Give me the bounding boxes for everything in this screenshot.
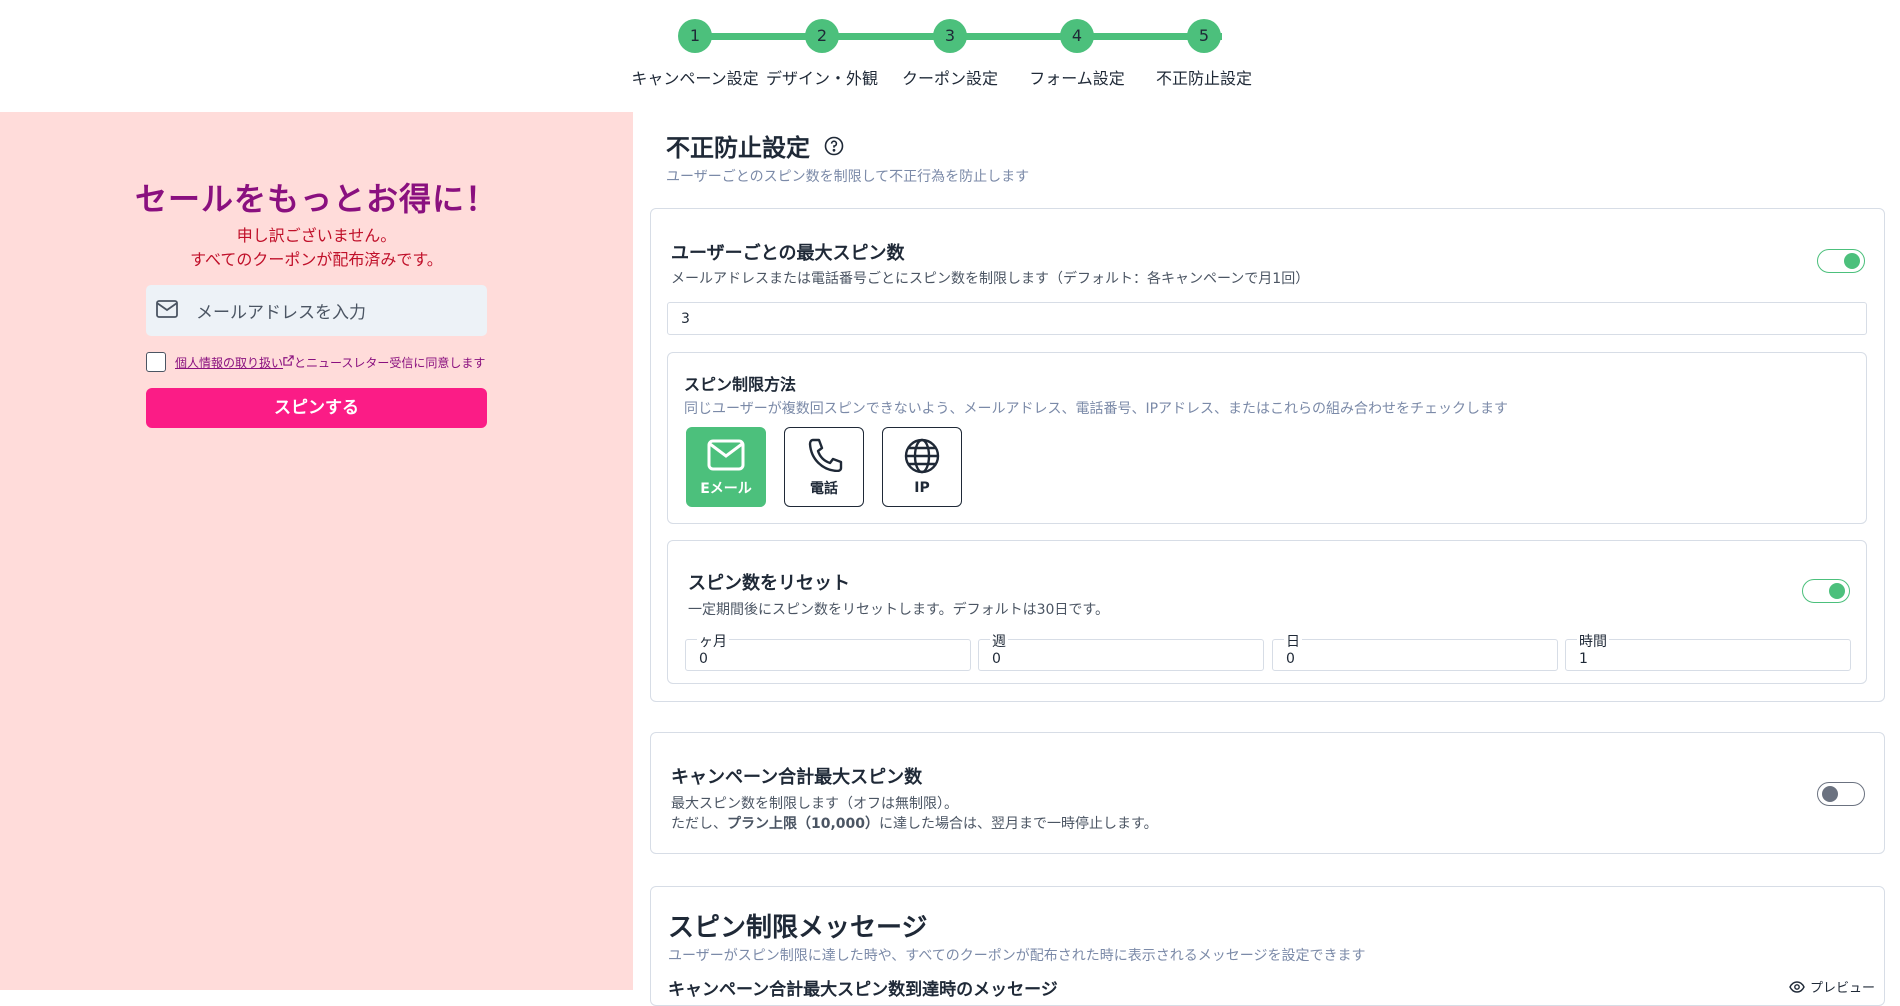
method-label: 電話 <box>810 481 838 497</box>
page-title-text: 不正防止設定 <box>666 134 810 162</box>
widget-preview: セールをもっとお得に！ 申し訳ございません。 すべてのクーポンが配布済みです。 … <box>0 112 633 990</box>
external-link-icon <box>283 355 294 369</box>
preview-message-line2: すべてのクーポンが配布済みです。 <box>190 250 443 269</box>
mail-icon <box>706 439 746 476</box>
toggle-knob <box>1829 583 1845 599</box>
campaign-total-toggle[interactable] <box>1817 782 1865 806</box>
step-number: 1 <box>678 19 712 53</box>
method-desc: 同じユーザーが複数回スピンできないよう、メールアドレス、電話番号、IPアドレス、… <box>684 401 1509 417</box>
desc-text: に達した場合は、翌月まで一時停止します。 <box>879 816 1158 832</box>
max-spins-input[interactable]: 3 <box>667 302 1867 335</box>
globe-icon <box>902 438 942 478</box>
method-title: スピン制限方法 <box>684 375 797 394</box>
step-design[interactable]: 2 デザイン・外観 <box>752 19 892 89</box>
max-spins-toggle[interactable] <box>1817 249 1865 273</box>
max-spins-card: ユーザーごとの最大スピン数 メールアドレスまたは電話番号ごとにスピン数を制限しま… <box>650 208 1885 702</box>
spin-limit-message-card: スピン制限メッセージ ユーザーがスピン制限に達した時や、すべてのクーポンが配布さ… <box>650 886 1885 1006</box>
progress-stepper: 1 キャンペーン設定 2 デザイン・外観 3 クーポン設定 4 フォーム設定 5… <box>0 0 1900 112</box>
messages-subtitle: ユーザーがスピン制限に達した時や、すべてのクーポンが配布された時に表示されるメッ… <box>668 948 1366 964</box>
campaign-total-card: キャンペーン合計最大スピン数 最大スピン数を制限します（オフは無制限）。 ただし… <box>650 732 1885 854</box>
reset-desc: 一定期間後にスピン数をリセットします。デフォルトは30日です。 <box>688 602 1110 618</box>
preview-email-input[interactable]: メールアドレスを入力 <box>146 285 487 336</box>
mail-icon <box>156 299 178 322</box>
months-label: ヶ月 <box>697 631 729 651</box>
step-form[interactable]: 4 フォーム設定 <box>1007 19 1147 89</box>
step-label: 不正防止設定 <box>1155 69 1252 88</box>
desc-text: ただし、 <box>671 816 727 832</box>
phone-icon <box>804 438 844 476</box>
step-number: 3 <box>933 19 967 53</box>
method-email-button[interactable]: Eメール <box>686 427 766 507</box>
preview-label: プレビュー <box>1810 981 1876 996</box>
step-label: クーポン設定 <box>901 69 998 88</box>
hours-field[interactable]: 1 時間 <box>1565 631 1851 671</box>
max-spins-title: ユーザーごとの最大スピン数 <box>671 243 905 264</box>
consent-checkbox[interactable] <box>146 352 166 372</box>
max-spins-desc: メールアドレスまたは電話番号ごとにスピン数を制限します（デフォルト：各キャンペー… <box>671 271 1310 287</box>
messages-title: スピン制限メッセージ <box>668 913 928 943</box>
toggle-knob <box>1822 786 1838 802</box>
days-input[interactable]: 0 <box>1272 639 1558 671</box>
help-icon[interactable] <box>824 136 844 156</box>
privacy-link[interactable]: 個人情報の取り扱い <box>175 354 283 371</box>
method-label: Eメール <box>700 481 752 497</box>
page-subtitle: ユーザーごとのスピン数を制限して不正行為を防止します <box>666 169 1030 185</box>
page-title: 不正防止設定 <box>666 128 844 163</box>
preview-message-line1: 申し訳ございません。 <box>236 226 397 245</box>
settings-panel: 不正防止設定 ユーザーごとのスピン数を制限して不正行為を防止します ユーザーごと… <box>633 112 1900 1006</box>
step-number: 4 <box>1060 19 1094 53</box>
spin-button[interactable]: スピンする <box>146 388 487 428</box>
toggle-knob <box>1844 253 1860 269</box>
preview-link[interactable]: プレビュー <box>1789 977 1875 996</box>
plan-limit-text: プラン上限（10,000） <box>727 816 880 832</box>
method-label: IP <box>914 480 930 496</box>
days-field[interactable]: 0 日 <box>1272 631 1558 671</box>
email-placeholder: メールアドレスを入力 <box>196 303 366 323</box>
campaign-total-title: キャンペーン合計最大スピン数 <box>671 767 923 788</box>
step-campaign[interactable]: 1 キャンペーン設定 <box>625 19 765 89</box>
step-coupon[interactable]: 3 クーポン設定 <box>880 19 1020 89</box>
consent-text: とニュースレター受信に同意します <box>294 355 486 370</box>
hours-label: 時間 <box>1577 631 1609 651</box>
step-label: フォーム設定 <box>1029 69 1125 88</box>
step-number: 2 <box>805 19 839 53</box>
spin-limit-method-card: スピン制限方法 同じユーザーが複数回スピンできないよう、メールアドレス、電話番号… <box>667 352 1867 524</box>
method-phone-button[interactable]: 電話 <box>784 427 864 507</box>
step-fraud-prevention[interactable]: 5 不正防止設定 <box>1134 19 1274 89</box>
message-row-label: キャンペーン合計最大スピン数到達時のメッセージ <box>668 980 1058 1000</box>
weeks-input[interactable]: 0 <box>978 639 1264 671</box>
campaign-total-desc-line2: ただし、プラン上限（10,000）に達した場合は、翌月まで一時停止します。 <box>671 813 1158 833</box>
step-label: キャンペーン設定 <box>631 69 759 88</box>
campaign-total-desc-line1: 最大スピン数を制限します（オフは無制限）。 <box>671 796 958 812</box>
days-label: 日 <box>1284 631 1302 651</box>
step-number: 5 <box>1187 19 1221 53</box>
reset-title: スピン数をリセット <box>688 573 850 594</box>
reset-spins-card: スピン数をリセット 一定期間後にスピン数をリセットします。デフォルトは30日です… <box>667 540 1867 684</box>
weeks-field[interactable]: 0 週 <box>978 631 1264 671</box>
method-ip-button[interactable]: IP <box>882 427 962 507</box>
preview-title: セールをもっとお得に！ <box>134 180 498 218</box>
step-label: デザイン・外観 <box>765 69 878 88</box>
consent-row: 個人情報の取り扱い とニュースレター受信に同意します <box>146 352 485 372</box>
reset-toggle[interactable] <box>1802 579 1850 603</box>
eye-icon <box>1789 980 1805 993</box>
weeks-label: 週 <box>990 631 1008 651</box>
months-field[interactable]: 0 ヶ月 <box>685 631 971 671</box>
